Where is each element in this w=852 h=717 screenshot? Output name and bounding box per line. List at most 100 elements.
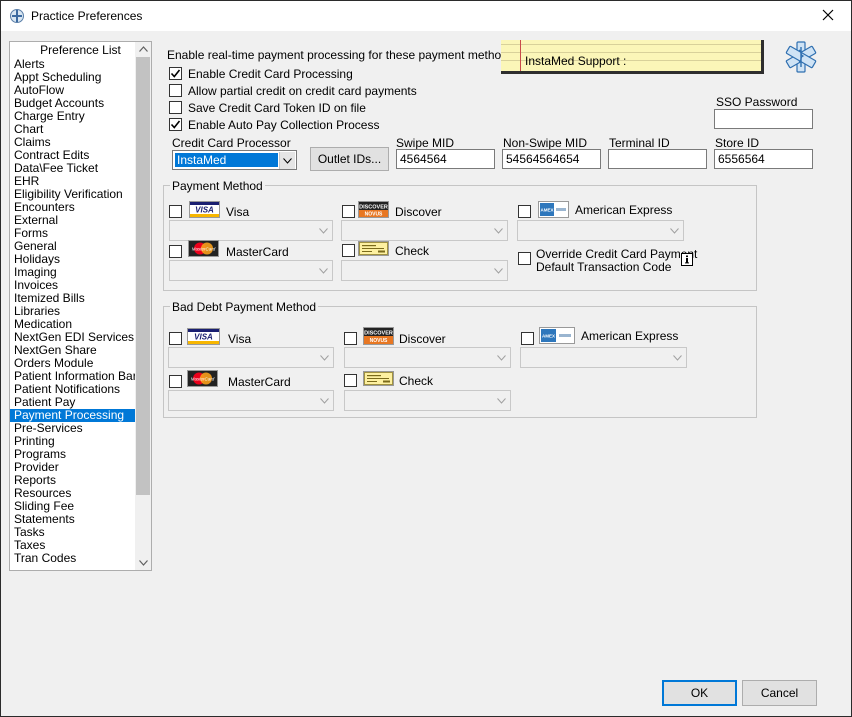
store-id-input[interactable] — [714, 149, 813, 169]
dialog-content: Preference List Alerts Appt Scheduling Aut… — [1, 31, 851, 716]
check-icon — [358, 241, 389, 256]
svg-text:DISCOVER: DISCOVER — [364, 331, 393, 337]
svg-text:MasterCard: MasterCard — [191, 377, 215, 382]
chevron-down-icon[interactable] — [490, 222, 506, 239]
pm-mastercard-code-select[interactable] — [169, 260, 333, 281]
chevron-down-icon[interactable] — [279, 152, 295, 169]
chevron-down-icon[interactable] — [493, 392, 509, 409]
chevron-down-icon[interactable] — [315, 222, 331, 239]
sso-password-label: SSO Password — [716, 95, 798, 109]
pm-mastercard-checkbox[interactable] — [169, 245, 182, 258]
bd-mastercard-label: MasterCard — [228, 375, 291, 389]
auto-pay-checkbox[interactable] — [169, 118, 182, 131]
payment-method-title: Payment Method — [170, 179, 265, 193]
mastercard-card-icon: MasterCard — [188, 240, 219, 257]
scroll-down-icon[interactable] — [135, 556, 151, 570]
medical-star-of-life-icon[interactable] — [784, 40, 818, 74]
preference-list-scrollbar[interactable] — [135, 42, 151, 570]
chevron-down-icon[interactable] — [666, 222, 682, 239]
pm-check-label: Check — [395, 244, 430, 258]
allow-partial-credit-label: Allow partial credit on credit card paym… — [188, 84, 417, 98]
check-icon — [363, 371, 394, 386]
sso-password-input[interactable] — [714, 109, 813, 129]
swipe-mid-input[interactable] — [396, 149, 495, 169]
pm-discover-checkbox[interactable] — [342, 205, 355, 218]
non-swipe-mid-input[interactable] — [502, 149, 601, 169]
svg-text:AMEX: AMEX — [540, 208, 553, 213]
bd-amex-code-select[interactable] — [520, 347, 687, 368]
enable-credit-card-checkbox[interactable] — [169, 67, 182, 80]
close-button[interactable] — [805, 1, 851, 31]
save-token-checkbox[interactable] — [169, 101, 182, 114]
pm-discover-label: Discover — [395, 205, 442, 219]
window-title: Practice Preferences — [31, 9, 143, 23]
ok-button[interactable]: OK — [662, 680, 737, 706]
pm-mastercard-label: MasterCard — [226, 245, 289, 259]
bd-discover-code-select[interactable] — [344, 347, 511, 368]
bd-mastercard-checkbox[interactable] — [169, 375, 182, 388]
store-id-label: Store ID — [715, 136, 760, 150]
amex-card-icon: AMEX — [538, 201, 569, 218]
preference-list[interactable]: Preference List Alerts Appt Scheduling Aut… — [9, 41, 152, 571]
processor-label: Credit Card Processor — [172, 136, 291, 150]
bd-visa-code-select[interactable] — [168, 347, 334, 368]
svg-text:AMEX: AMEX — [542, 334, 555, 339]
bd-mastercard-code-select[interactable] — [168, 390, 334, 411]
pm-visa-checkbox[interactable] — [169, 205, 182, 218]
pm-override-label-line1: Override Credit Card Payment — [536, 247, 698, 261]
bd-discover-checkbox[interactable] — [344, 332, 357, 345]
outlet-ids-button[interactable]: Outlet IDs... — [310, 147, 389, 171]
bd-check-checkbox[interactable] — [344, 374, 357, 387]
visa-card-icon: VISA — [187, 328, 220, 345]
info-icon[interactable] — [681, 253, 693, 266]
chevron-down-icon[interactable] — [315, 262, 331, 279]
bd-discover-label: Discover — [399, 332, 446, 346]
svg-text:VISA: VISA — [194, 333, 213, 342]
svg-text:MasterCard: MasterCard — [192, 247, 216, 252]
pm-override-checkbox[interactable] — [518, 252, 531, 265]
non-swipe-mid-label: Non-Swipe MID — [503, 136, 588, 150]
title-bar: Practice Preferences — [1, 1, 851, 31]
preference-list-item[interactable]: Tran Codes — [10, 552, 136, 565]
practice-preferences-window: Practice Preferences Preference List Ale… — [0, 0, 852, 717]
chevron-down-icon[interactable] — [316, 392, 332, 409]
pm-amex-code-select[interactable] — [517, 220, 684, 241]
pm-amex-label: American Express — [575, 203, 673, 217]
close-icon — [822, 9, 834, 24]
amex-card-icon: AMEX — [539, 327, 575, 344]
discover-card-icon: DISCOVER NOVUS — [358, 201, 389, 218]
chevron-down-icon[interactable] — [669, 349, 685, 366]
pm-check-code-select[interactable] — [341, 260, 508, 281]
pm-discover-code-select[interactable] — [341, 220, 508, 241]
bd-check-code-select[interactable] — [344, 390, 511, 411]
mastercard-card-icon: MasterCard — [187, 370, 218, 387]
svg-text:DISCOVER: DISCOVER — [359, 205, 388, 211]
chevron-down-icon[interactable] — [493, 349, 509, 366]
scrollbar-thumb[interactable] — [136, 57, 150, 495]
pm-amex-checkbox[interactable] — [518, 205, 531, 218]
bd-visa-checkbox[interactable] — [169, 332, 182, 345]
visa-card-icon: VISA — [189, 201, 220, 218]
practice-logo-icon — [9, 7, 25, 25]
pm-check-checkbox[interactable] — [342, 244, 355, 257]
svg-text:NOVUS: NOVUS — [365, 212, 383, 218]
terminal-id-label: Terminal ID — [609, 136, 670, 150]
bd-visa-label: Visa — [228, 332, 252, 346]
svg-text:NOVUS: NOVUS — [370, 338, 388, 344]
processor-select[interactable]: InstaMed — [172, 150, 297, 170]
bd-amex-checkbox[interactable] — [521, 332, 534, 345]
swipe-mid-label: Swipe MID — [396, 136, 455, 150]
pm-visa-label: Visa — [226, 205, 250, 219]
terminal-id-input[interactable] — [608, 149, 707, 169]
allow-partial-credit-checkbox[interactable] — [169, 84, 182, 97]
bd-amex-label: American Express — [581, 329, 679, 343]
cancel-button[interactable]: Cancel — [742, 680, 817, 706]
bad-debt-title: Bad Debt Payment Method — [170, 300, 319, 314]
pm-visa-code-select[interactable] — [169, 220, 333, 241]
chevron-down-icon[interactable] — [316, 349, 332, 366]
auto-pay-label: Enable Auto Pay Collection Process — [188, 118, 380, 132]
chevron-down-icon[interactable] — [490, 262, 506, 279]
scroll-up-icon[interactable] — [135, 42, 151, 56]
payment-processing-heading: Enable real-time payment processing for … — [167, 48, 514, 62]
processor-value: InstaMed — [175, 153, 278, 167]
